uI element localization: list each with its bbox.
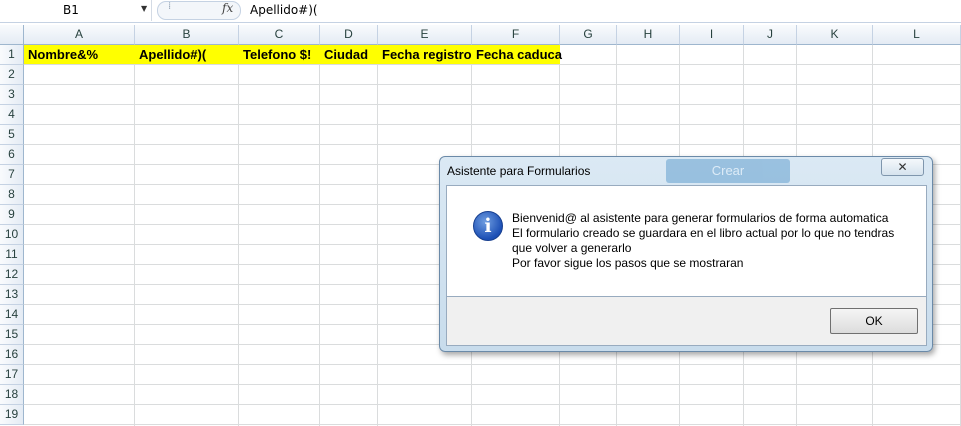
row-header-14[interactable]: 14	[0, 305, 24, 325]
row-header-4[interactable]: 4	[0, 105, 24, 125]
column-header-i[interactable]: I	[680, 25, 744, 45]
message-line: Por favor sigue los pasos que se mostrar…	[512, 256, 744, 270]
gridline	[238, 45, 239, 426]
dialog-title: Asistente para Formularios	[447, 164, 591, 178]
row-header-13[interactable]: 13	[0, 285, 24, 305]
ok-button[interactable]: OK	[830, 308, 918, 334]
row-header-12[interactable]: 12	[0, 265, 24, 285]
row-header-8[interactable]: 8	[0, 185, 24, 205]
column-header-d[interactable]: D	[320, 25, 378, 45]
column-header-l[interactable]: L	[873, 25, 961, 45]
dialog-footer: OK	[446, 297, 927, 346]
column-header-a[interactable]: A	[24, 25, 135, 45]
row-header-15[interactable]: 15	[0, 325, 24, 345]
grip-icon: ⁞	[168, 1, 172, 12]
dialog-body: i Bienvenid@ al asistente para generar f…	[446, 185, 927, 297]
row-header-16[interactable]: 16	[0, 345, 24, 365]
cell-e1[interactable]: Fecha registro	[378, 45, 472, 64]
gridline	[134, 45, 135, 426]
close-button[interactable]: ✕	[881, 158, 924, 176]
gridline	[377, 45, 378, 426]
formula-bar: B1 ▼ ⁞ fx Apellido#)(	[0, 0, 961, 23]
name-box[interactable]: B1 ▼	[0, 0, 152, 21]
message-line: que volver a generarlo	[512, 241, 632, 255]
column-header-f[interactable]: F	[472, 25, 560, 45]
message-dialog: Asistente para Formularios Crear ✕ i Bie…	[439, 156, 933, 352]
dialog-message: Bienvenid@ al asistente para generar for…	[512, 211, 912, 271]
row-header-19[interactable]: 19	[0, 405, 24, 425]
dropdown-arrow-icon[interactable]: ▼	[141, 4, 147, 13]
info-icon: i	[473, 211, 503, 241]
column-header-k[interactable]: K	[797, 25, 873, 45]
message-line: El formulario creado se guardara en el l…	[512, 226, 895, 240]
row-header-5[interactable]: 5	[0, 125, 24, 145]
cell-f1[interactable]: Fecha caduca	[472, 45, 562, 64]
background-create-button: Crear	[666, 159, 790, 183]
close-icon: ✕	[897, 160, 908, 174]
cell-d1[interactable]: Ciudad	[320, 45, 378, 64]
row-header-17[interactable]: 17	[0, 365, 24, 385]
row-header-6[interactable]: 6	[0, 145, 24, 165]
column-header-c[interactable]: C	[239, 25, 320, 45]
gridline	[319, 45, 320, 426]
row-header-7[interactable]: 7	[0, 165, 24, 185]
column-header-e[interactable]: E	[378, 25, 472, 45]
name-box-value: B1	[63, 3, 79, 17]
cell-b1[interactable]: Apellido#)(	[135, 45, 239, 64]
cell-c1[interactable]: Telefono $!	[239, 45, 320, 64]
row-header-3[interactable]: 3	[0, 85, 24, 105]
row-header-10[interactable]: 10	[0, 225, 24, 245]
cell-a1[interactable]: Nombre&%	[24, 45, 135, 64]
column-header-h[interactable]: H	[617, 25, 680, 45]
column-header-g[interactable]: G	[560, 25, 617, 45]
select-all-corner[interactable]	[0, 25, 24, 45]
formula-input[interactable]: Apellido#)(	[250, 3, 318, 17]
row-header-9[interactable]: 9	[0, 205, 24, 225]
row-header-1[interactable]: 1	[0, 45, 24, 65]
column-header-j[interactable]: J	[744, 25, 797, 45]
row-header-18[interactable]: 18	[0, 385, 24, 405]
message-line: Bienvenid@ al asistente para generar for…	[512, 211, 889, 225]
row-header-11[interactable]: 11	[0, 245, 24, 265]
column-header-b[interactable]: B	[135, 25, 239, 45]
insert-function-icon[interactable]: fx	[222, 1, 233, 15]
row-header-2[interactable]: 2	[0, 65, 24, 85]
